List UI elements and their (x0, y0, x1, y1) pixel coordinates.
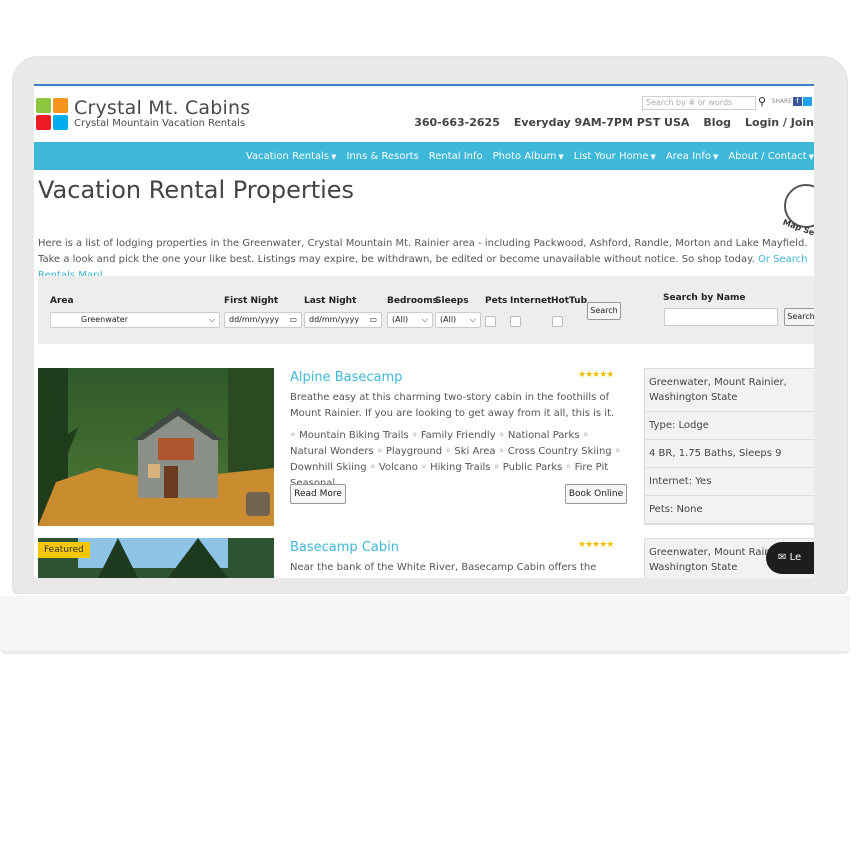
listing-rooms: 4 BR, 1.75 Baths, Sleeps 9 (645, 440, 814, 468)
property-photo[interactable] (38, 368, 274, 526)
chevron-down-icon: ▼ (558, 152, 564, 161)
book-online-button[interactable]: Book Online (565, 484, 627, 504)
name-search-button[interactable]: Search (784, 308, 814, 326)
chevron-down-icon: ⌵ (469, 315, 476, 324)
read-more-button[interactable]: Read More (290, 484, 346, 504)
bedrooms-select[interactable]: (All) ⌵ (387, 312, 433, 328)
internet-label: Internet (510, 296, 552, 306)
filter-panel: Area Greenwater ⌵ First Night dd/mm/yyyy ▭… (38, 276, 814, 344)
contact-bar: 360-663-2625 Everyday 9AM-7PM PST USA Bl… (400, 116, 814, 129)
listing-description: Near the bank of the White River, Baseca… (290, 562, 597, 573)
last-night-label: Last Night (304, 296, 357, 306)
chevron-down-icon: ⌵ (421, 315, 428, 324)
rating-stars: ★★★★★ (578, 540, 614, 550)
listing-info-panel: Greenwater, Mount Rainier, Washington St… (644, 368, 814, 525)
nav-photo-album[interactable]: Photo Album ▼ (493, 151, 564, 162)
business-hours: Everyday 9AM-7PM PST USA (513, 116, 690, 129)
nav-inns-resorts[interactable]: Inns & Resorts (347, 151, 419, 162)
listing-type: Type: Lodge (645, 412, 814, 440)
chevron-down-icon: ⌵ (208, 315, 215, 324)
nav-about-contact[interactable]: About / Contact ▼ (728, 151, 814, 162)
phone-number[interactable]: 360-663-2625 (414, 116, 500, 129)
browser-viewport: Crystal Mt. Cabins Crystal Mountain Vaca… (34, 84, 814, 578)
listing-pets: Pets: None (645, 496, 814, 524)
internet-checkbox[interactable] (510, 316, 521, 327)
facebook-icon[interactable]: f (793, 97, 802, 106)
site-header: Crystal Mt. Cabins Crystal Mountain Vaca… (34, 86, 814, 142)
listing-title[interactable]: Alpine Basecamp (290, 370, 402, 385)
logo-subtitle: Crystal Mountain Vacation Rentals (74, 118, 246, 129)
login-link[interactable]: Login / Join (745, 116, 814, 129)
laptop-base (0, 596, 850, 654)
nav-area-info[interactable]: Area Info ▼ (666, 151, 719, 162)
search-by-name-label: Search by Name (663, 293, 746, 303)
chevron-down-icon: ▼ (650, 152, 656, 161)
pets-label: Pets (485, 296, 508, 306)
listing-amenities: ◦ Mountain Biking Trails ◦ Family Friend… (290, 430, 621, 489)
twitter-icon[interactable] (803, 97, 812, 106)
filter-search-button[interactable]: Search (587, 302, 621, 320)
hottub-label: HotTub (551, 296, 588, 306)
blog-link[interactable]: Blog (703, 116, 731, 129)
area-select[interactable]: Greenwater ⌵ (50, 312, 220, 328)
listing-internet: Internet: Yes (645, 468, 814, 496)
area-label: Area (50, 296, 74, 306)
listing-title[interactable]: Basecamp Cabin (290, 540, 399, 555)
chevron-down-icon: ▼ (331, 152, 337, 161)
page-title: Vacation Rental Properties (38, 176, 355, 204)
last-night-input[interactable]: dd/mm/yyyy ▭ (304, 312, 382, 328)
rating-stars: ★★★★★ (578, 370, 614, 380)
first-night-label: First Night (224, 296, 279, 306)
main-nav: Vacation Rentals ▼ Inns & Resorts Rental … (34, 142, 814, 170)
chevron-down-icon: ▼ (808, 152, 814, 161)
search-by-name-input[interactable] (664, 308, 778, 326)
mail-icon: ✉ (778, 552, 790, 563)
chevron-down-icon: ▼ (713, 152, 719, 161)
leave-message-button[interactable]: ✉ Le (766, 542, 814, 574)
hottub-checkbox[interactable] (552, 316, 563, 327)
listing-location: Greenwater, Mount Rainier, Washington St… (645, 369, 814, 412)
first-night-input[interactable]: dd/mm/yyyy ▭ (224, 312, 302, 328)
sleeps-label: Sleeps (435, 296, 469, 306)
calendar-icon[interactable]: ▭ (289, 313, 297, 327)
calendar-icon[interactable]: ▭ (369, 313, 377, 327)
nav-list-your-home[interactable]: List Your Home ▼ (574, 151, 656, 162)
featured-badge: Featured (38, 542, 90, 558)
sleeps-select[interactable]: (All) ⌵ (435, 312, 481, 328)
share-label: SHARE (771, 98, 792, 105)
nav-vacation-rentals[interactable]: Vacation Rentals ▼ (246, 151, 337, 162)
bedrooms-label: Bedrooms (387, 296, 438, 306)
nav-rental-info[interactable]: Rental Info (429, 151, 483, 162)
site-logo[interactable]: Crystal Mt. Cabins Crystal Mountain Vaca… (36, 98, 250, 130)
pets-checkbox[interactable] (485, 316, 496, 327)
logo-title: Crystal Mt. Cabins (74, 97, 251, 119)
top-search-input[interactable]: Search by # or words (642, 96, 756, 110)
search-icon[interactable]: ⚲ (758, 95, 770, 108)
logo-mark-icon (36, 98, 68, 130)
listing-description: Breathe easy at this charming two-story … (290, 392, 615, 419)
